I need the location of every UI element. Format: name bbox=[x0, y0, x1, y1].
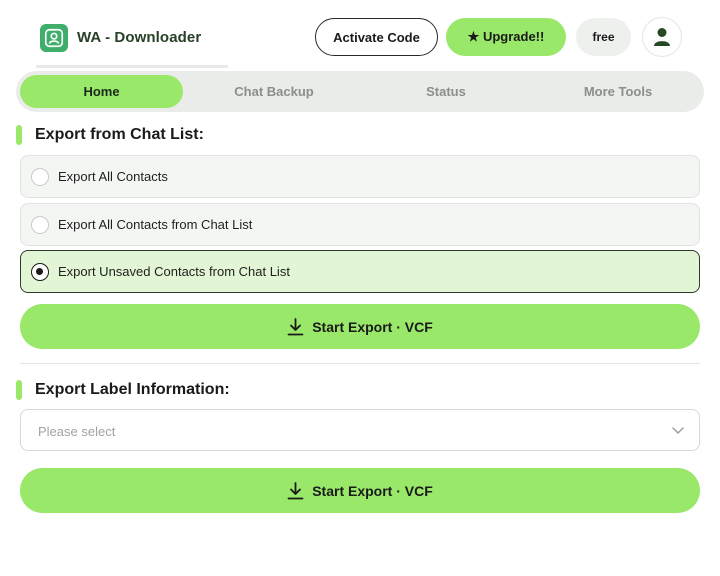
section-accent-bar bbox=[16, 380, 22, 400]
label-section-title: Export Label Information: bbox=[16, 380, 316, 402]
app-title: WA - Downloader bbox=[77, 29, 202, 46]
radio-button[interactable] bbox=[31, 215, 49, 234]
export-button-label: Start Export · VCF bbox=[312, 318, 433, 335]
option-export-all-from-chat-list[interactable]: Export All Contacts from Chat List bbox=[20, 203, 700, 246]
option-label: Export All Contacts from Chat List bbox=[58, 217, 253, 232]
radio-button[interactable] bbox=[31, 167, 49, 186]
tab-chat-backup[interactable]: Chat Backup bbox=[192, 75, 356, 108]
user-badge-icon bbox=[44, 28, 64, 48]
start-export-label-vcf-button[interactable]: Start Export · VCF bbox=[20, 468, 700, 513]
activate-code-button[interactable]: Activate Code bbox=[315, 18, 438, 56]
header-underline bbox=[36, 65, 228, 68]
upgrade-button[interactable]: ★ Upgrade!! bbox=[446, 18, 566, 56]
plan-badge: free bbox=[576, 18, 631, 56]
option-export-unsaved-contacts[interactable]: Export Unsaved Contacts from Chat List bbox=[20, 250, 700, 293]
chat-list-section-title: Export from Chat List: bbox=[16, 125, 316, 147]
section-title-text: Export Label Information: bbox=[35, 381, 230, 398]
app-logo bbox=[40, 24, 68, 52]
main-tabs: Home Chat Backup Status More Tools bbox=[16, 71, 704, 112]
download-icon bbox=[287, 481, 304, 499]
section-accent-bar bbox=[16, 125, 22, 145]
select-placeholder: Please select bbox=[38, 424, 116, 439]
option-label: Export Unsaved Contacts from Chat List bbox=[58, 264, 290, 279]
label-select[interactable]: Please select bbox=[20, 409, 700, 451]
export-button-label: Start Export · VCF bbox=[312, 482, 433, 499]
download-icon bbox=[287, 317, 304, 335]
avatar[interactable] bbox=[642, 17, 682, 57]
section-divider bbox=[20, 363, 700, 364]
tab-more-tools[interactable]: More Tools bbox=[536, 75, 700, 108]
start-export-vcf-button[interactable]: Start Export · VCF bbox=[20, 304, 700, 349]
tab-status[interactable]: Status bbox=[364, 75, 528, 108]
section-title-text: Export from Chat List: bbox=[35, 126, 204, 143]
option-export-all-contacts[interactable]: Export All Contacts bbox=[20, 155, 700, 198]
radio-button-checked[interactable] bbox=[31, 262, 49, 281]
tab-home[interactable]: Home bbox=[20, 75, 183, 108]
chevron-down-icon bbox=[672, 427, 684, 434]
user-icon bbox=[654, 28, 670, 46]
option-label: Export All Contacts bbox=[58, 169, 168, 184]
header: WA - Downloader Activate Code ★ Upgrade!… bbox=[0, 0, 720, 70]
